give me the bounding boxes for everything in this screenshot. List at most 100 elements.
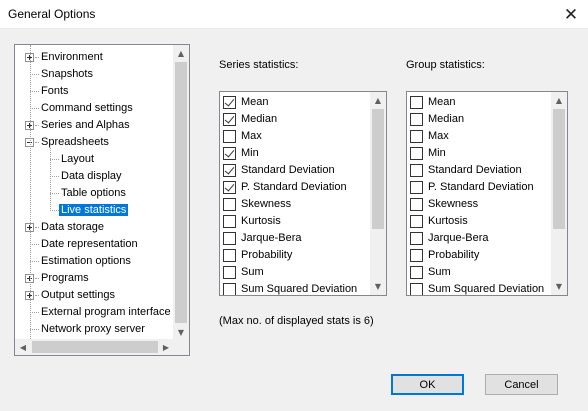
checkbox-unchecked[interactable] xyxy=(223,232,236,245)
checkbox-unchecked[interactable] xyxy=(410,266,423,279)
checkbox-unchecked[interactable] xyxy=(410,215,423,228)
stat-label: Max xyxy=(428,130,449,142)
close-button[interactable]: ✕ xyxy=(554,0,588,29)
tree-item[interactable]: Network proxy server xyxy=(39,321,147,338)
tree-item[interactable]: Live statistics xyxy=(59,202,129,219)
checkbox-unchecked[interactable] xyxy=(223,198,236,211)
checkbox-unchecked[interactable] xyxy=(410,113,423,126)
stat-label: P. Standard Deviation xyxy=(428,181,534,193)
tree-connector xyxy=(35,57,39,58)
tree-connector xyxy=(35,295,39,296)
tree-connector xyxy=(50,176,59,177)
stat-label: Median xyxy=(428,113,465,125)
tree-connector xyxy=(35,125,39,126)
checkbox-unchecked[interactable] xyxy=(410,181,423,194)
series-statistics-list[interactable]: Mean Median Max Min Standard Deviation P. Sta… xyxy=(219,91,387,296)
tree-item-label: Data storage xyxy=(41,221,104,233)
tree-item[interactable]: Estimation options xyxy=(39,253,133,270)
tree-item-label: Output settings xyxy=(41,289,115,301)
stat-label: Jarque-Bera xyxy=(428,232,489,244)
scroll-right-arrow-icon[interactable]: ▶ xyxy=(158,339,174,355)
tree-item[interactable]: Date representation xyxy=(39,236,140,253)
checkbox-unchecked[interactable] xyxy=(410,232,423,245)
options-tree[interactable]: Environment Snapshots Fonts Command setting… xyxy=(14,44,190,356)
tree-vertical-scroll-thumb[interactable] xyxy=(175,62,187,323)
tree-item-label: Series and Alphas xyxy=(41,119,130,131)
tree-item[interactable]: Table options xyxy=(59,185,128,202)
tree-connector xyxy=(50,210,59,211)
checkbox-unchecked[interactable] xyxy=(410,130,423,143)
tree-item[interactable]: External program interface xyxy=(39,304,173,321)
tree-item[interactable]: Series and Alphas xyxy=(39,117,132,134)
scroll-up-arrow-icon[interactable]: ▲ xyxy=(551,92,567,108)
checkbox-unchecked[interactable] xyxy=(410,198,423,211)
stat-label: Sum xyxy=(241,266,264,278)
scroll-down-arrow-icon[interactable]: ▼ xyxy=(173,324,189,340)
stat-label: Mean xyxy=(241,96,269,108)
group-statistics-list[interactable]: Mean Median Max Min Standard Deviation P. Sta… xyxy=(406,91,568,296)
checkbox-checked[interactable] xyxy=(223,181,236,194)
tree-item[interactable]: Layout xyxy=(59,151,96,168)
checkbox-unchecked[interactable] xyxy=(410,283,423,295)
stat-label: Probability xyxy=(428,249,480,261)
stat-label: Skewness xyxy=(241,198,292,210)
scroll-up-arrow-icon[interactable]: ▲ xyxy=(173,45,189,61)
series-statistics-label: Series statistics: xyxy=(219,59,299,71)
tree-connector xyxy=(30,261,39,262)
checkbox-unchecked[interactable] xyxy=(223,283,236,295)
stat-label: Jarque-Bera xyxy=(241,232,302,244)
tree-item[interactable]: Programs xyxy=(39,270,91,287)
tree-item-label: Live statistics xyxy=(59,204,129,216)
tree-horizontal-scrollbar[interactable]: ◀ ▶ xyxy=(15,339,174,355)
series-statistics-items: Mean Median Max Min Standard Deviation P. Sta… xyxy=(220,92,370,295)
checkbox-checked[interactable] xyxy=(223,96,236,109)
stat-label: Max xyxy=(241,130,262,142)
tree-item[interactable]: Command settings xyxy=(39,100,135,117)
checkbox-unchecked[interactable] xyxy=(410,164,423,177)
stat-label: P. Standard Deviation xyxy=(241,181,347,193)
checkbox-unchecked[interactable] xyxy=(223,215,236,228)
tree-item[interactable]: Fonts xyxy=(39,83,71,100)
tree-item-label: Table options xyxy=(61,187,126,199)
stat-label: Kurtosis xyxy=(428,215,468,227)
series-list-scrollbar[interactable]: ▲ ▼ xyxy=(370,92,386,295)
checkbox-unchecked[interactable] xyxy=(223,249,236,262)
tree-horizontal-scroll-thumb[interactable] xyxy=(32,341,158,353)
tree-item[interactable]: Output settings xyxy=(39,287,117,304)
scroll-left-arrow-icon[interactable]: ◀ xyxy=(15,339,31,355)
cancel-button[interactable]: Cancel xyxy=(485,374,558,395)
checkbox-unchecked[interactable] xyxy=(223,130,236,143)
group-list-scrollbar[interactable]: ▲ ▼ xyxy=(551,92,567,295)
tree-connector xyxy=(50,148,51,211)
tree-item-label: Fonts xyxy=(41,85,69,97)
checkbox-unchecked[interactable] xyxy=(410,96,423,109)
checkbox-unchecked[interactable] xyxy=(410,147,423,160)
series-list-scroll-thumb[interactable] xyxy=(372,109,384,229)
checkbox-checked[interactable] xyxy=(223,147,236,160)
tree-item-label: Network proxy server xyxy=(41,323,145,335)
tree-item-label: Date representation xyxy=(41,238,138,250)
ok-button[interactable]: OK xyxy=(391,374,464,395)
scroll-down-arrow-icon[interactable]: ▼ xyxy=(370,278,386,294)
tree-connector xyxy=(30,108,39,109)
tree-item[interactable]: Snapshots xyxy=(39,66,95,83)
tree-item-label: Command settings xyxy=(41,102,133,114)
checkbox-checked[interactable] xyxy=(223,164,236,177)
group-statistics-label: Group statistics: xyxy=(406,59,485,71)
stat-label: Mean xyxy=(428,96,456,108)
stat-label: Sum Squared Deviation xyxy=(241,283,358,295)
group-list-scroll-thumb[interactable] xyxy=(553,109,565,229)
tree-vertical-scrollbar[interactable]: ▲ ▼ xyxy=(173,45,189,340)
tree-item-label: Data display xyxy=(61,170,122,182)
stat-label: Min xyxy=(428,147,446,159)
checkbox-checked[interactable] xyxy=(223,113,236,126)
checkbox-unchecked[interactable] xyxy=(223,266,236,279)
tree-item[interactable]: Data storage xyxy=(39,219,106,236)
scroll-down-arrow-icon[interactable]: ▼ xyxy=(551,278,567,294)
tree-item[interactable]: Environment xyxy=(39,49,105,66)
checkbox-unchecked[interactable] xyxy=(410,249,423,262)
tree-connector xyxy=(30,312,39,313)
tree-item[interactable]: Data display xyxy=(59,168,124,185)
tree-connector xyxy=(30,45,31,340)
scroll-up-arrow-icon[interactable]: ▲ xyxy=(370,92,386,108)
